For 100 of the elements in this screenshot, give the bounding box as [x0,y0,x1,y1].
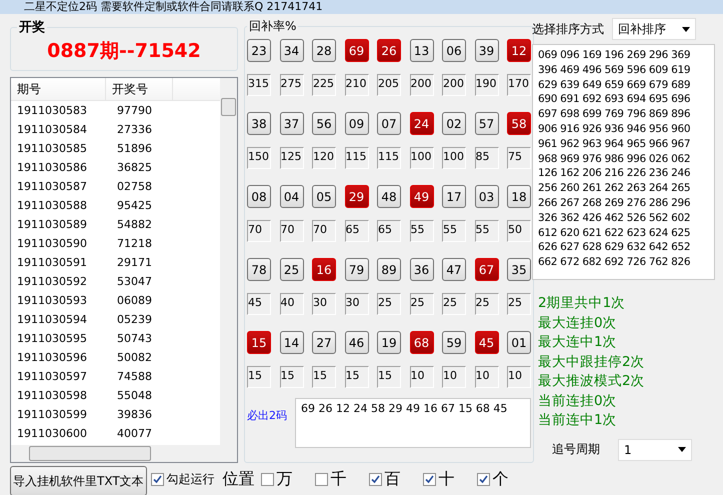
rate-field: 100 [442,147,466,169]
position-label: 位置 [222,468,255,490]
table-cell-text: 1911030589 [16,217,88,233]
number-button[interactable]: 38 [247,112,271,135]
number-button[interactable]: 04 [280,185,304,208]
rate-field: 10 [507,366,531,388]
table-cell-text: 1911030595 [16,331,88,347]
checkbox-box[interactable] [314,472,328,486]
number-button[interactable]: 14 [280,331,304,354]
number-button[interactable]: 59 [442,331,466,354]
number-button[interactable]: 12 [507,39,531,62]
table-cell-text: 1911030596 [16,350,88,366]
rate-field: 25 [442,293,466,315]
table-cell-text: 1911030597 [16,369,88,385]
table-cell-text: 50743 [116,331,153,347]
number-button[interactable]: 58 [507,112,531,135]
number-button[interactable]: 67 [474,258,498,281]
checkbox-box[interactable] [476,472,490,486]
number-button[interactable]: 13 [410,39,434,62]
checkbox-box[interactable] [422,472,436,486]
rate-field: 75 [507,147,531,169]
number-button[interactable]: 49 [410,185,434,208]
number-button[interactable]: 89 [377,258,401,281]
rate-field: 315 [247,74,271,96]
sort-dropdown[interactable]: 回补排序 [612,18,696,40]
number-button[interactable]: 01 [507,331,531,354]
number-button[interactable]: 19 [377,331,401,354]
number-button[interactable]: 68 [410,331,434,354]
checkbox[interactable]: 百 [368,468,401,490]
number-button[interactable]: 06 [442,39,466,62]
number-button[interactable]: 69 [344,39,368,62]
rate-field: 65 [377,220,401,242]
number-button[interactable]: 36 [410,258,434,281]
number-button[interactable]: 29 [344,185,368,208]
rate-field: 40 [280,293,304,315]
number-button[interactable]: 26 [377,39,401,62]
number-button[interactable]: 37 [280,112,304,135]
rate-field: 15 [280,366,304,388]
number-button[interactable]: 08 [247,185,271,208]
table-cell-text: 40077 [116,426,153,442]
rate-field: 70 [247,220,271,242]
must-out-field[interactable]: 69 26 12 24 58 29 49 16 67 15 68 45 [295,398,531,448]
checkbox[interactable]: 千 [314,468,347,490]
combination-field[interactable]: 069 096 169 196 269 296 369 396 469 496 569 596 609 619 629 639 649 659 669 679 689 690 691 692 693 694 695 696 697 698 699 769 796 869 896 906 916 926 936 946 956 960 961 962 963 964 965 966 967 968 969 976 986 996 026 062 126 162 206 216 226 236 246 256 260 261 262 263 264 265 266 267 268 269 276 286 296 326 362 426 462 526 562 602 612 620 621 622 623 624 625 626 627 628 629 632 642 652 662 672 682 692 726 762 826 [532,44,715,280]
import-button[interactable]: 导入挂机软件里TXT文本 [10,466,147,495]
vertical-scrollbar[interactable] [220,78,237,445]
rate-field: 210 [344,74,368,96]
table-cell-text: 54882 [116,217,153,233]
number-button[interactable]: 03 [474,185,498,208]
number-button[interactable]: 27 [312,331,336,354]
number-button[interactable]: 02 [442,112,466,135]
cycle-dropdown[interactable]: 1 [618,438,692,460]
dropdown-caret-icon [678,447,686,452]
number-button[interactable]: 48 [377,185,401,208]
checkbox-box[interactable] [368,472,382,486]
number-button[interactable]: 28 [312,39,336,62]
history-list[interactable] [10,77,238,463]
horizontal-scrollbar[interactable] [11,445,237,462]
number-button[interactable]: 23 [247,39,271,62]
table-cell-text: 1911030592 [16,274,88,290]
number-button[interactable]: 45 [474,331,498,354]
rate-field: 15 [344,366,368,388]
number-button[interactable]: 05 [312,185,336,208]
table-cell-text: 39836 [116,407,153,423]
rate-field: 25 [507,293,531,315]
rate-field: 25 [410,293,434,315]
must-out-label: 必出2码 [247,408,287,423]
number-button[interactable]: 18 [507,185,531,208]
number-button[interactable]: 39 [474,39,498,62]
number-button[interactable]: 78 [247,258,271,281]
rate-field: 15 [312,366,336,388]
column-header[interactable]: 开奖号 [106,78,173,100]
number-button[interactable]: 46 [344,331,368,354]
checkbox[interactable]: 万 [260,468,293,490]
checkbox-box[interactable] [260,472,274,486]
number-button[interactable]: 15 [247,331,271,354]
number-button[interactable]: 24 [410,112,434,135]
number-button[interactable]: 09 [344,112,368,135]
rate-field: 30 [344,293,368,315]
number-button[interactable]: 35 [507,258,531,281]
checkbox[interactable]: 十 [422,468,455,490]
number-button[interactable]: 07 [377,112,401,135]
number-button[interactable]: 56 [312,112,336,135]
rate-field: 25 [474,293,498,315]
number-button[interactable]: 34 [280,39,304,62]
rate-field: 25 [377,293,401,315]
checkbox[interactable]: 勾起运行 [150,470,215,488]
checkbox-box[interactable] [150,472,164,486]
table-cell-text: 71218 [116,236,153,252]
column-header[interactable]: 期号 [11,78,106,100]
checkbox[interactable]: 个 [476,468,509,490]
rate-field: 170 [507,74,531,96]
number-button[interactable]: 47 [442,258,466,281]
table-cell-text: 1911030594 [16,312,88,328]
number-button[interactable]: 16 [312,258,336,281]
number-button[interactable]: 17 [442,185,466,208]
number-button[interactable]: 79 [344,258,368,281]
number-button[interactable]: 57 [474,112,498,135]
rate-field: 55 [442,220,466,242]
number-button[interactable]: 25 [280,258,304,281]
